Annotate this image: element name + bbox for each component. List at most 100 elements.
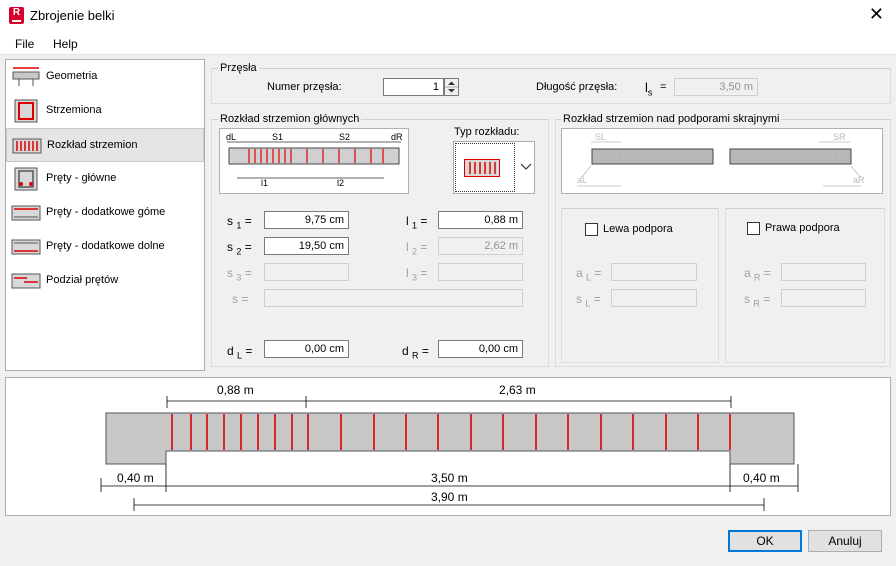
ar-input [781,263,866,281]
dr-symbol: d [402,344,409,358]
span-number-spinner[interactable] [444,78,459,96]
l1-input[interactable]: 0,88 m [438,211,523,229]
sidebar-item-label: Geometria [46,70,98,82]
ls-subscript: s [647,87,653,98]
l3-subscript: 3 [412,272,418,283]
al-subscript: L [586,272,592,283]
l1-equals: = [420,214,428,228]
dl-equals: = [245,344,253,358]
top-bars-icon [11,205,41,221]
sidebar-item-prety-dodatkowe-gorne[interactable]: Pręty - dodatkowe góme [6,196,204,230]
main-bars-icon [14,167,38,191]
sidebar-item-label: Pręty - dodatkowe dolne [46,240,165,252]
al-equals: = [594,266,602,280]
support-distribution-title: Rozkład strzemion nad podporami skrajnym… [561,113,782,125]
dim-l1-label: 0,88 m [217,383,254,397]
ar-subscript: R [754,272,761,283]
s3-equals: = [244,266,252,280]
dim-clear-span-label: 3,50 m [431,471,468,485]
diagram-dr-label: dR [391,132,403,142]
l2-subscript: 2 [412,246,418,257]
sr-label: s R = [744,292,770,308]
ar-label: a R = [744,266,771,282]
dr-subscript: R [412,350,419,361]
sl-label: s L = [576,292,601,308]
s-input [264,289,523,307]
sr-equals: = [763,292,771,306]
al-input [611,263,697,281]
right-support-checkbox[interactable] [747,222,760,235]
sidebar-item-prety-dodatkowe-dolne[interactable]: Pręty - dodatkowe dolne [6,230,204,264]
dl-symbol: d [227,344,234,358]
sidebar-item-podzial-pretow[interactable]: Podział prętów [6,264,204,298]
s2-symbol: s [227,240,233,254]
support-distribution-diagram: SL SR aL aR [561,128,883,194]
ls-symbol: ls [645,80,652,98]
s1-equals: = [244,214,252,228]
window-title: Zbrojenie belki [30,8,115,23]
stirrup-icon [14,99,38,123]
s2-equals: = [244,240,252,254]
l1-symbol: l [406,214,409,228]
l1-subscript: 1 [412,220,418,231]
close-icon[interactable]: ✕ [869,5,884,25]
l2-field: 2,62 m [438,237,523,255]
left-support-label: Lewa podpora [603,223,673,235]
bottom-bars-icon [11,239,41,255]
s1-subscript: 1 [236,220,242,231]
dist-type-dropdown[interactable] [453,141,535,194]
sl-symbol: s [576,292,582,306]
l2-equals: = [420,240,428,254]
sidebar-item-label: Strzemiona [46,104,102,116]
dl-subscript: L [237,350,243,361]
bar-split-icon [11,273,41,289]
title-bar: R Zbrojenie belki ✕ [0,0,896,31]
diagram-sl-label: SL [595,132,606,142]
l3-symbol: l [406,266,409,280]
beam-preview-diagram: 0,88 m 2,63 m 0,40 m 3,50 m 0,40 m 3,90 … [100,383,799,511]
main-distribution-diagram: dL S1 S2 dR l1 l2 [219,128,409,194]
ls-equals: = [660,81,667,93]
sidebar-item-rozklad-strzemion[interactable]: Rozkład strzemion [6,128,204,162]
cancel-button[interactable]: Anuluj [808,530,882,552]
s-equals: = [241,292,249,306]
s2-input[interactable]: 19,50 cm [264,237,349,255]
dl-input[interactable]: 0,00 cm [264,340,349,358]
sl-equals: = [593,292,601,306]
l2-symbol: l [406,240,409,254]
sidebar-item-prety-glowne[interactable]: Pręty - główne [6,162,204,196]
left-support-checkbox[interactable] [585,223,598,236]
beam-geometry-icon [12,67,40,86]
s2-label: s 2 = [227,240,252,256]
al-symbol: a [576,266,583,280]
diagram-dl-label: dL [226,132,236,142]
dr-input[interactable]: 0,00 cm [438,340,523,358]
s2-subscript: 2 [236,246,242,257]
sidebar-item-geometria[interactable]: Geometria [6,60,204,94]
span-number-input[interactable]: 1 [383,78,444,96]
s1-input[interactable]: 9,75 cm [264,211,349,229]
sidebar-item-strzemiona[interactable]: Strzemiona [6,94,204,128]
ok-button[interactable]: OK [728,530,802,552]
sl-input [611,289,697,307]
l3-equals: = [420,266,428,280]
dr-equals: = [421,344,429,358]
diagram-s2-label: S2 [339,132,350,142]
menu-bar: File Help [0,31,896,55]
dim-l2-label: 2,63 m [499,383,536,397]
span-length-label: Długość przęsła: [536,81,618,93]
sidebar-item-label: Podział prętów [46,274,119,286]
diagram-l1-label: l1 [261,178,268,188]
menu-help[interactable]: Help [53,37,78,51]
dim-total-label: 3,90 m [431,490,468,504]
menu-file[interactable]: File [15,37,34,51]
dr-label: d R = [402,344,429,360]
sidebar: Geometria Strzemiona Rozkład strzemion P… [5,59,205,371]
diagram-ar-label: aR [853,175,865,185]
span-group-title: Przęsła [218,62,259,74]
right-support-label: Prawa podpora [765,222,840,234]
sidebar-item-label: Pręty - dodatkowe góme [46,206,166,218]
app-logo-icon: R [9,7,24,24]
dim-left-support-label: 0,40 m [117,471,154,485]
s1-symbol: s [227,214,233,228]
